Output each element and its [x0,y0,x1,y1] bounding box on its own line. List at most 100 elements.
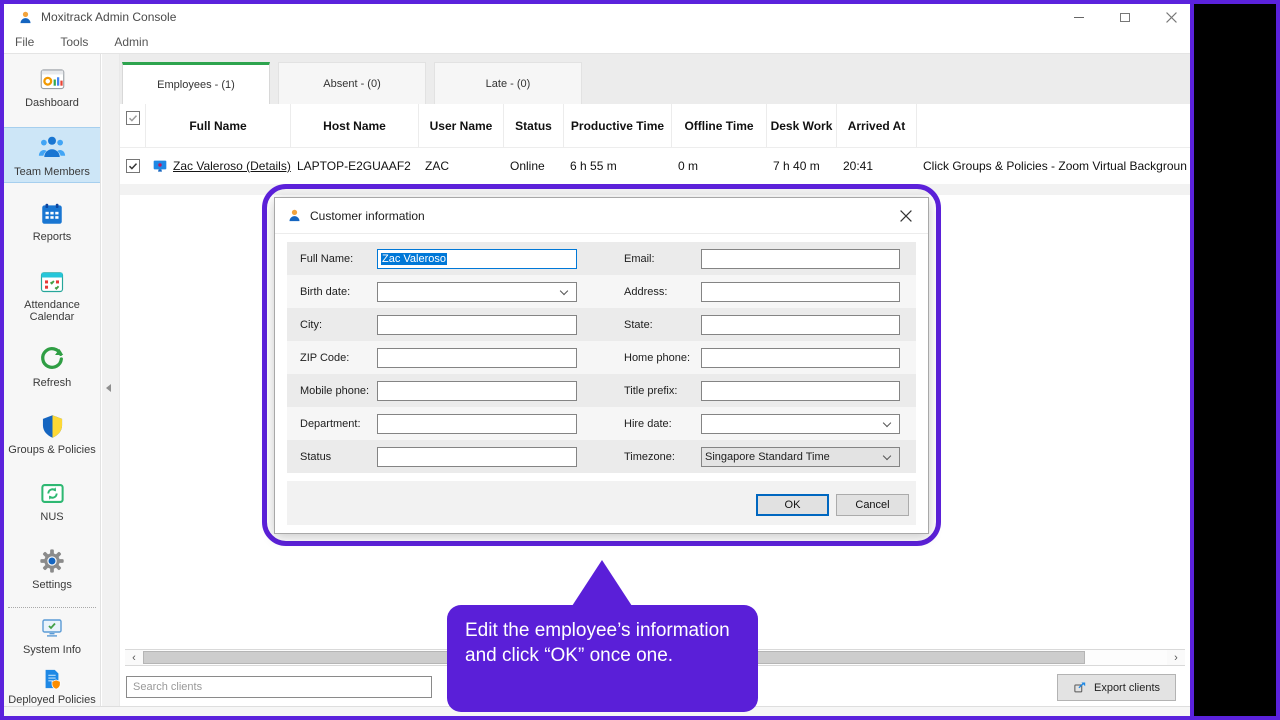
sidebar-item-settings[interactable]: Settings [4,543,100,595]
sidebar-item-label: Attendance Calendar [6,299,98,323]
nus-icon [39,480,66,507]
status-input[interactable] [377,447,577,467]
callout-pointer [572,560,632,606]
scroll-right-icon[interactable]: › [1167,650,1185,665]
customer-icon [287,208,302,223]
city-input[interactable] [377,315,577,335]
zip-code-input[interactable] [377,348,577,368]
refresh-icon [38,345,66,373]
sidebar-item-nus[interactable]: NUS [4,476,100,527]
dialog-title: Customer information [310,209,425,223]
full-name-value: Zac Valeroso [381,253,447,265]
empty-row-stripe [120,184,1190,195]
state-input[interactable] [701,315,900,335]
sidebar-item-team-members[interactable]: Team Members [4,127,100,183]
field-label-zip-code: ZIP Code: [300,352,377,364]
cell-status: Online [504,159,564,173]
sidebar-item-label: Settings [32,579,72,591]
menu-admin[interactable]: Admin [111,33,151,51]
field-label-status: Status [300,451,377,463]
hire-date-combobox[interactable] [701,414,900,434]
dialog-close-icon[interactable] [896,206,916,226]
close-icon[interactable] [1161,7,1181,27]
column-header-user-name[interactable]: User Name [419,104,504,147]
full-name-input[interactable]: Zac Valeroso [377,249,577,269]
cell-arrived-at: 20:41 [837,159,917,173]
sidebar-item-attendance-calendar[interactable]: Attendance Calendar [4,263,100,327]
column-header-arrived-at[interactable]: Arrived At [837,104,917,147]
scroll-left-icon[interactable]: ‹ [125,650,143,665]
customer-information-dialog: Customer information Full Name: Zac Vale… [274,197,929,534]
dashboard-icon [39,66,66,93]
splitter-collapse-icon[interactable] [106,384,111,392]
chevron-down-icon [883,418,891,426]
sidebar-item-deployed-policies[interactable]: Deployed Policies [4,664,100,706]
column-header-status[interactable]: Status [504,104,564,147]
sidebar-item-label: System Info [23,644,81,656]
address-input[interactable] [701,282,900,302]
sidebar-item-groups-policies[interactable]: Groups & Policies [4,409,100,460]
deployed-policies-icon [41,668,63,690]
sidebar-item-label: Dashboard [25,97,79,109]
field-label-address: Address: [624,286,701,298]
cancel-button[interactable]: Cancel [836,494,909,516]
sidebar-splitter[interactable] [102,54,120,706]
sidebar-item-dashboard[interactable]: Dashboard [4,62,100,113]
column-header-productive-time[interactable]: Productive Time [564,104,672,147]
mobile-phone-input[interactable] [377,381,577,401]
cell-note: Click Groups & Policies - Zoom Virtual B… [917,159,1190,173]
email-input[interactable] [701,249,900,269]
groups-policies-icon [39,413,66,440]
title-prefix-input[interactable] [701,381,900,401]
table-row[interactable]: Zac Valeroso (Details) LAPTOP-E2GUAAF2 Z… [120,148,1190,184]
sidebar: Dashboard Team Members Reports [4,54,101,706]
cell-user-name: ZAC [419,159,504,173]
chevron-down-icon [560,286,568,294]
department-input[interactable] [377,414,577,434]
timezone-combobox[interactable]: Singapore Standard Time [701,447,900,467]
screenshot-frame: Moxitrack Admin Console File Tools Admin [0,0,1280,720]
window-title: Moxitrack Admin Console [41,10,176,24]
select-all-checkbox[interactable] [126,111,140,125]
cell-desk-work: 7 h 40 m [767,159,837,173]
tab-late[interactable]: Late - (0) [434,62,582,104]
home-phone-input[interactable] [701,348,900,368]
employee-details-link[interactable]: Zac Valeroso (Details) [173,159,291,173]
dialog-footer: OK Cancel [287,481,916,525]
sidebar-item-system-info[interactable]: System Info [4,612,100,660]
column-header-offline-time[interactable]: Offline Time [672,104,767,147]
sidebar-item-label: NUS [40,511,63,523]
app-person-icon [18,10,33,25]
timezone-value: Singapore Standard Time [705,451,830,463]
menu-tools[interactable]: Tools [57,33,91,51]
export-clients-button[interactable]: Export clients [1057,674,1176,701]
tab-absent[interactable]: Absent - (0) [278,62,426,104]
sidebar-item-reports[interactable]: Reports [4,197,100,247]
settings-icon [38,547,66,575]
birth-date-combobox[interactable] [377,282,577,302]
column-header-full-name[interactable]: Full Name [146,104,291,147]
row-checkbox[interactable] [126,159,140,173]
column-header-host-name[interactable]: Host Name [291,104,419,147]
field-label-mobile-phone: Mobile phone: [300,385,377,397]
ok-button[interactable]: OK [756,494,829,516]
cell-offline-time: 0 m [672,159,767,173]
sidebar-divider [8,607,96,608]
search-input[interactable] [126,676,432,698]
minimize-icon[interactable] [1069,7,1089,27]
column-header-notes [917,104,1190,147]
column-header-desk-work[interactable]: Desk Work [767,104,837,147]
instruction-callout: Edit the employee’s information and clic… [447,605,758,712]
screen-share-icon [152,158,168,174]
menu-file[interactable]: File [12,33,37,51]
team-members-icon [37,132,67,162]
reports-icon [39,201,65,227]
dialog-form: Full Name: Zac Valeroso Email: Birth dat… [287,242,916,473]
sidebar-item-refresh[interactable]: Refresh [4,341,100,393]
attendance-calendar-icon [38,267,66,295]
field-label-timezone: Timezone: [624,451,701,463]
tab-employees[interactable]: Employees - (1) [122,62,270,104]
cell-host-name: LAPTOP-E2GUAAF2 [291,159,419,173]
sidebar-item-label: Groups & Policies [8,444,95,456]
maximize-icon[interactable] [1115,7,1135,27]
